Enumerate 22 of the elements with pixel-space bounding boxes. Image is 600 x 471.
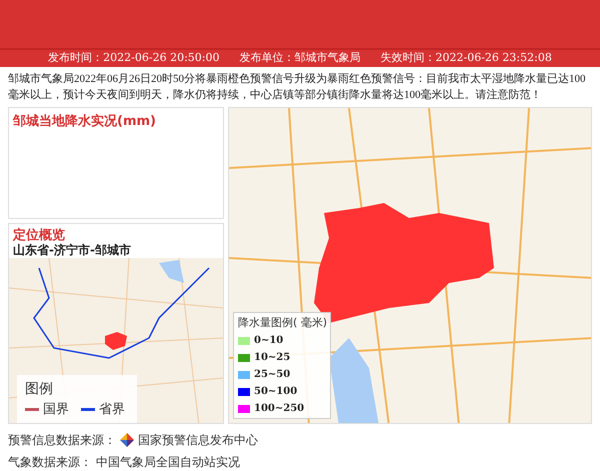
- legend-label: 10~25: [254, 351, 290, 365]
- legend-label: 省界: [99, 400, 125, 418]
- legend-title: 图例: [25, 380, 53, 398]
- location-path: 山东省-济宁市-邹城市: [13, 243, 131, 258]
- panel-title: 邹城当地降水实况(mm): [13, 112, 156, 132]
- legend-label: 0~10: [254, 334, 284, 348]
- info-text: 发布时间：2022-06-26 20:50:00: [48, 50, 220, 66]
- legend-label: 25~50: [254, 368, 290, 382]
- region-shape: [105, 332, 127, 350]
- panel-title: 定位概览: [13, 228, 65, 244]
- info-text: 发布单位：邹城市气象局: [240, 50, 360, 66]
- source-label: 预警信息数据来源：: [8, 432, 116, 449]
- legend-label: 50~100: [254, 385, 298, 399]
- warning-message: 邹城市气象局2022年06月26日20时50分将暴雨橙色预警信号升级为暴雨红色预警信号：目前我市太平湿地降水量已达100毫米以上，预计今天夜间到明天，降水仍将持续，中心店镇等部分镇街降水量将达100毫米以上。请注意防范！: [8, 72, 586, 104]
- lake-shape: [159, 260, 184, 284]
- legend-label: 100~250: [254, 402, 304, 416]
- source-name: 国家预警信息发布中心: [138, 432, 258, 449]
- info-text: 失效时间：2022-06-26 23:52:08: [380, 50, 552, 66]
- source-label: 气象数据来源：: [8, 454, 92, 471]
- legend-label: 国界: [43, 400, 69, 418]
- source-name: 中国气象局全国自动站实况: [96, 454, 240, 471]
- legend-title: 降水量图例( 毫米): [238, 314, 326, 330]
